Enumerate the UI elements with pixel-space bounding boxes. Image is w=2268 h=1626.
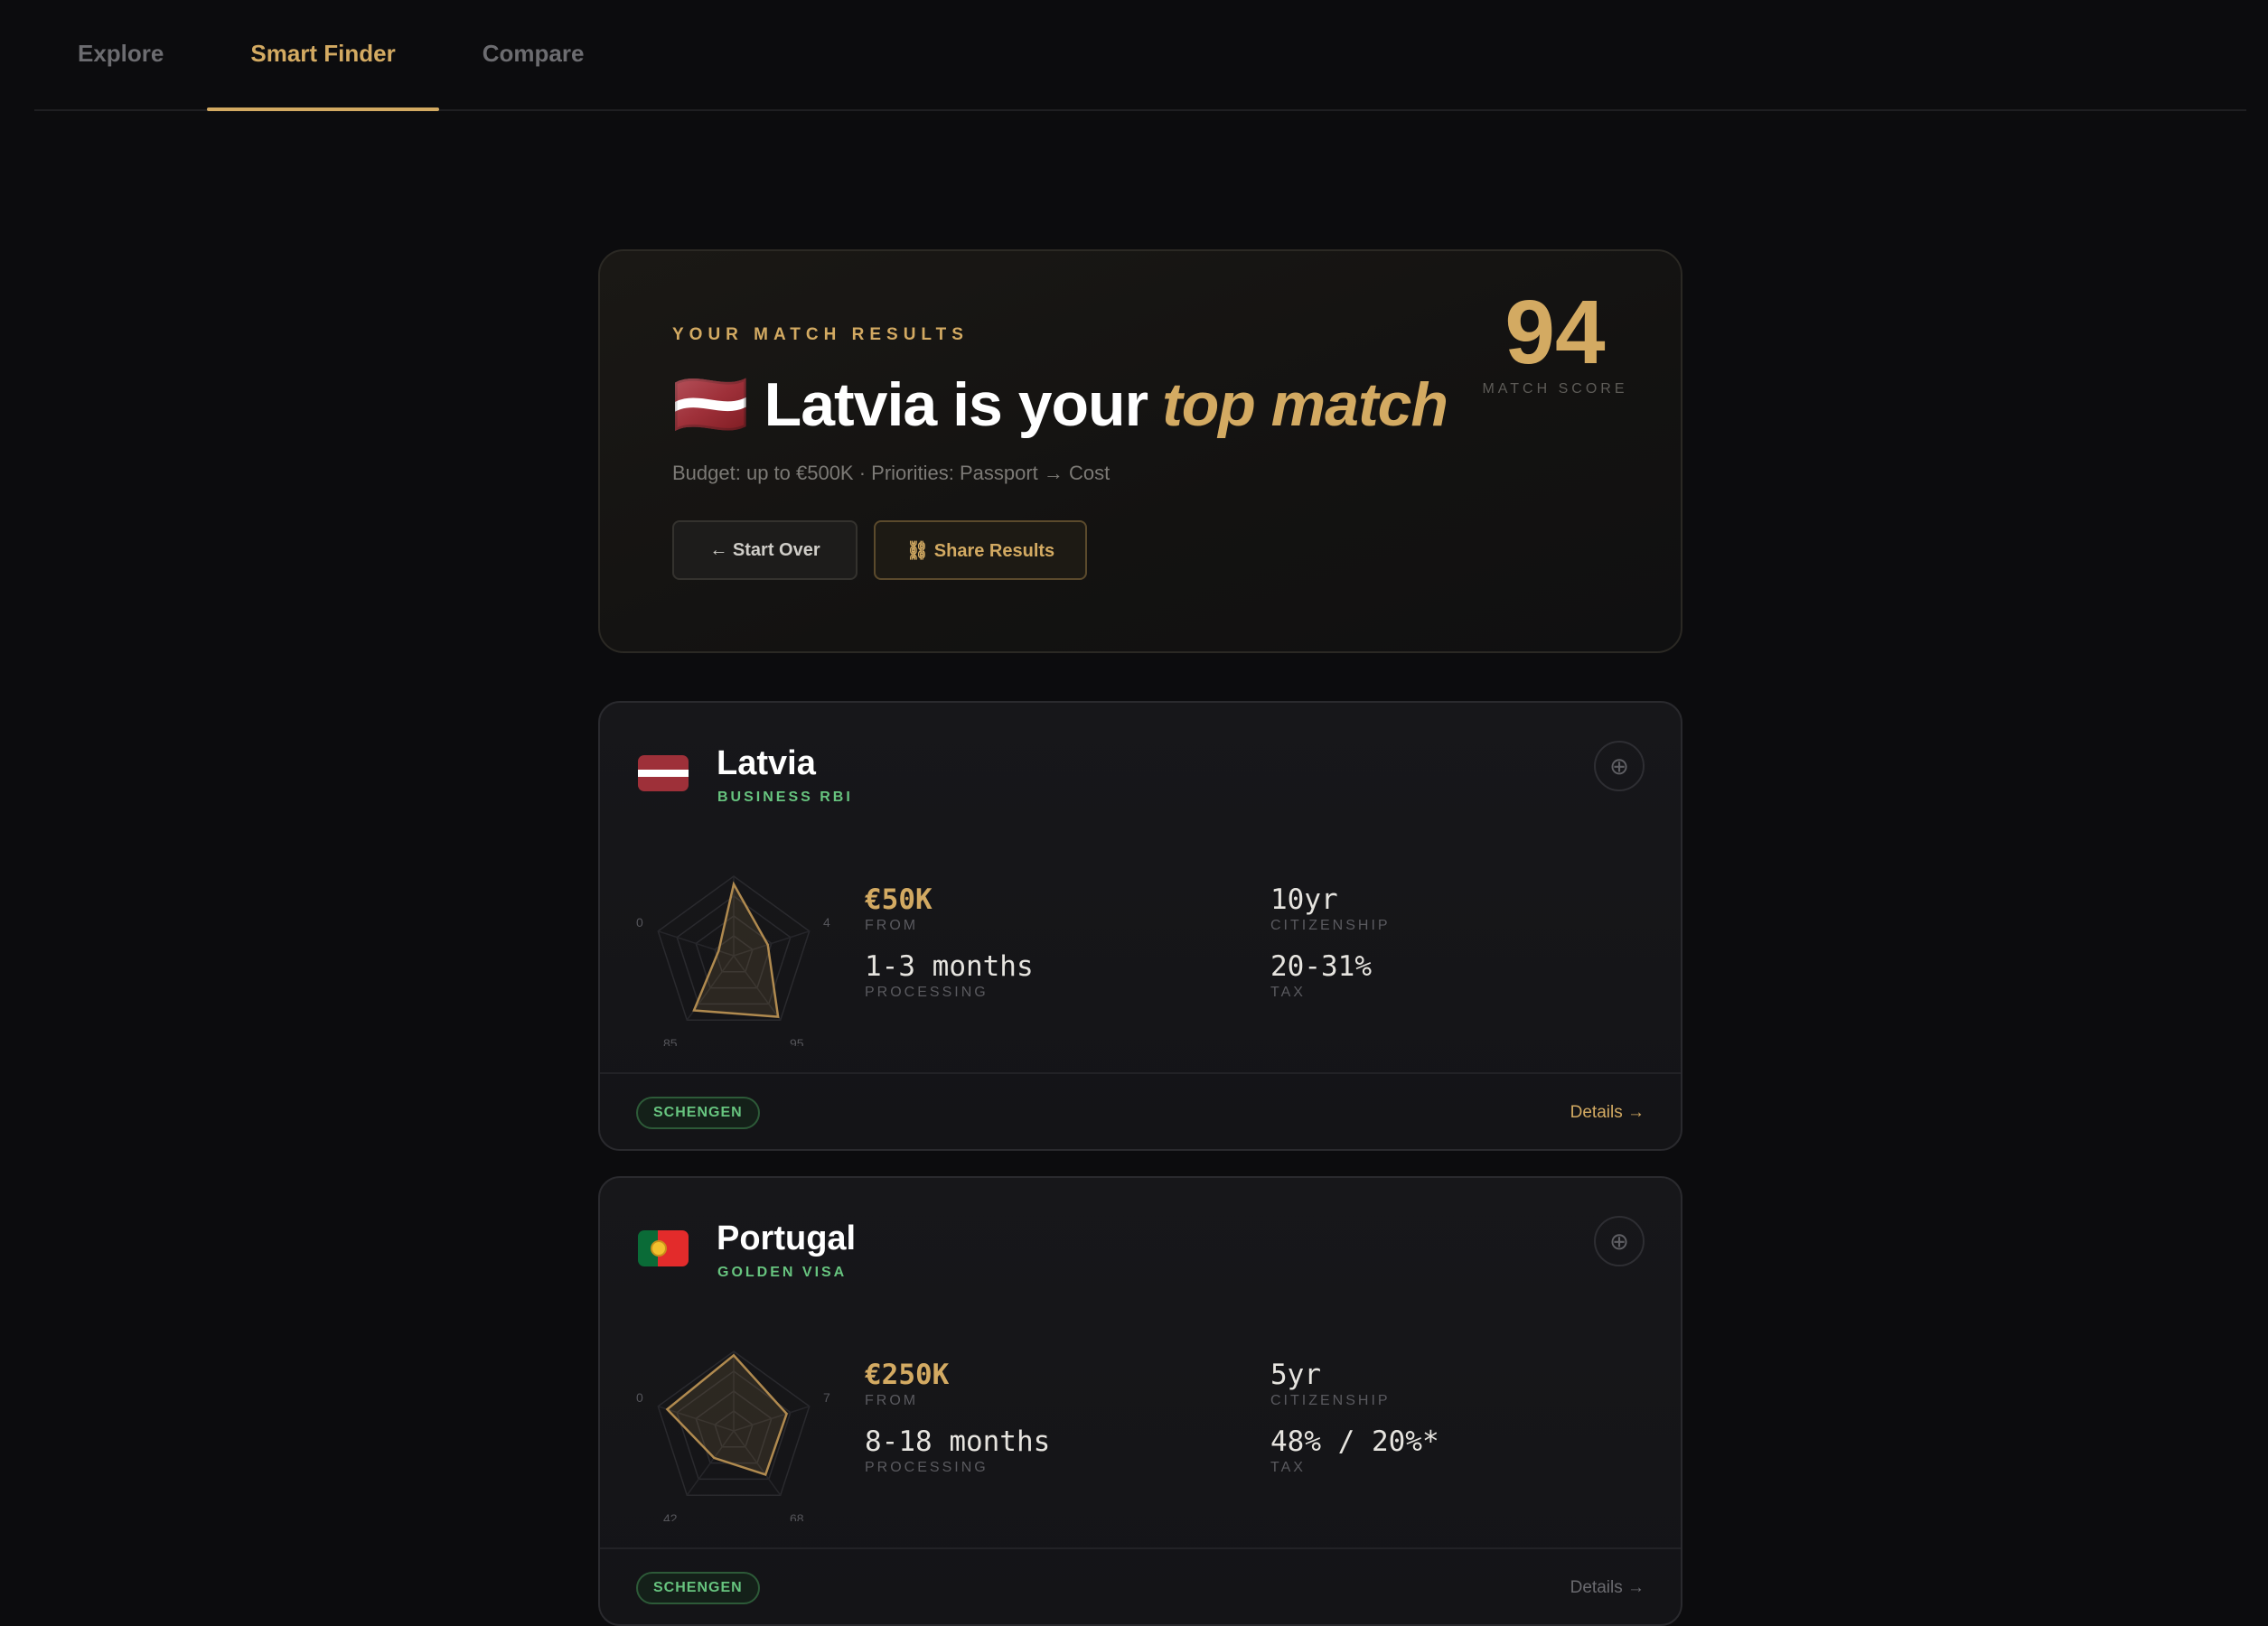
tab-compare[interactable]: Compare [439,0,628,109]
country-name: Latvia [717,744,816,782]
radar-score-shape [692,881,780,1018]
match-score: 94 MATCH SCORE [1478,287,1632,397]
stat-processing: 1-3 months PROCESSING [865,950,1034,1001]
card-divider [600,1547,1681,1549]
program-type: BUSINESS RBI [717,790,853,805]
results-headline: 🇱🇻 Latvia is your top match [672,369,1448,441]
results-eyebrow: YOUR MATCH RESULTS [672,325,969,344]
card-divider [600,1072,1681,1074]
radar-label-bottom-left: 42 [663,1511,678,1521]
price-label: FROM [865,918,919,933]
tab-smart-finder[interactable]: Smart Finder [207,0,440,111]
radar-label-bottom-right: 68 [790,1511,804,1521]
stat-citizenship: 10yr CITIZENSHIP [1270,883,1391,934]
tax-value: 20-31% [1270,950,1372,983]
citizenship-value: 5yr [1270,1359,1321,1391]
radar-label-right: 7 [823,1390,830,1405]
add-to-compare-button[interactable]: ⊕ [1594,1216,1645,1266]
tax-label: TAX [1270,1460,1306,1475]
price-value: €250K [865,1359,950,1391]
schengen-badge: SCHENGEN [636,1097,760,1129]
stat-price: €50K FROM [865,883,933,934]
result-card-latvia[interactable]: Latvia BUSINESS RBI ⊕ 0 4 95 85 €50K FRO… [598,701,1682,1151]
radar-label-left: 0 [636,1390,643,1405]
citizenship-value: 10yr [1270,883,1338,916]
processing-label: PROCESSING [865,985,989,1000]
tab-bar: Explore Smart Finder Compare [34,0,2246,111]
match-score-value: 94 [1504,282,1606,383]
price-label: FROM [865,1393,919,1408]
headline-text: Latvia is your [764,370,1148,439]
country-name: Portugal [717,1220,857,1257]
latvia-flag-icon: 🇱🇻 [672,370,749,439]
radar-score-shape [665,1353,789,1476]
radar-label-bottom-left: 85 [663,1036,678,1046]
radar-label-right: 4 [823,915,830,930]
radar-label-bottom-right: 95 [790,1036,804,1046]
match-results-card: YOUR MATCH RESULTS 🇱🇻 Latvia is your top… [598,249,1682,653]
citizenship-label: CITIZENSHIP [1270,1393,1391,1408]
share-results-button[interactable]: ⛓ Share Results [874,520,1087,580]
tab-explore[interactable]: Explore [34,0,207,109]
stat-price: €250K FROM [865,1359,949,1409]
search-criteria: Budget: up to €500K · Priorities: Passpo… [672,462,1111,484]
stat-processing: 8-18 months PROCESSING [865,1425,1050,1476]
schengen-badge: SCHENGEN [636,1572,760,1604]
tax-value: 48% / 20%* [1270,1425,1439,1458]
add-to-compare-button[interactable]: ⊕ [1594,741,1645,791]
details-link[interactable]: Details → [1570,1103,1645,1123]
result-card-portugal[interactable]: Portugal GOLDEN VISA ⊕ 0 7 68 42 €250K F… [598,1176,1682,1626]
processing-value: 1-3 months [865,950,1034,983]
details-link[interactable]: Details → [1570,1578,1645,1598]
radar-chart: 0 7 68 42 [636,1350,830,1521]
stat-citizenship: 5yr CITIZENSHIP [1270,1359,1391,1409]
headline-accent: top match [1162,370,1448,439]
portugal-flag-icon [638,1230,689,1266]
citizenship-label: CITIZENSHIP [1270,918,1391,933]
tax-label: TAX [1270,985,1306,1000]
stat-tax: 20-31% TAX [1270,950,1372,1001]
radar-label-left: 0 [636,915,643,930]
price-value: €50K [865,883,933,916]
latvia-flag-icon [638,755,689,791]
processing-label: PROCESSING [865,1460,989,1475]
match-score-label: MATCH SCORE [1482,381,1628,397]
start-over-button[interactable]: ← Start Over [672,520,858,580]
radar-chart: 0 4 95 85 [636,875,830,1046]
program-type: GOLDEN VISA [717,1265,848,1280]
stat-tax: 48% / 20%* TAX [1270,1425,1439,1476]
processing-value: 8-18 months [865,1425,1051,1458]
